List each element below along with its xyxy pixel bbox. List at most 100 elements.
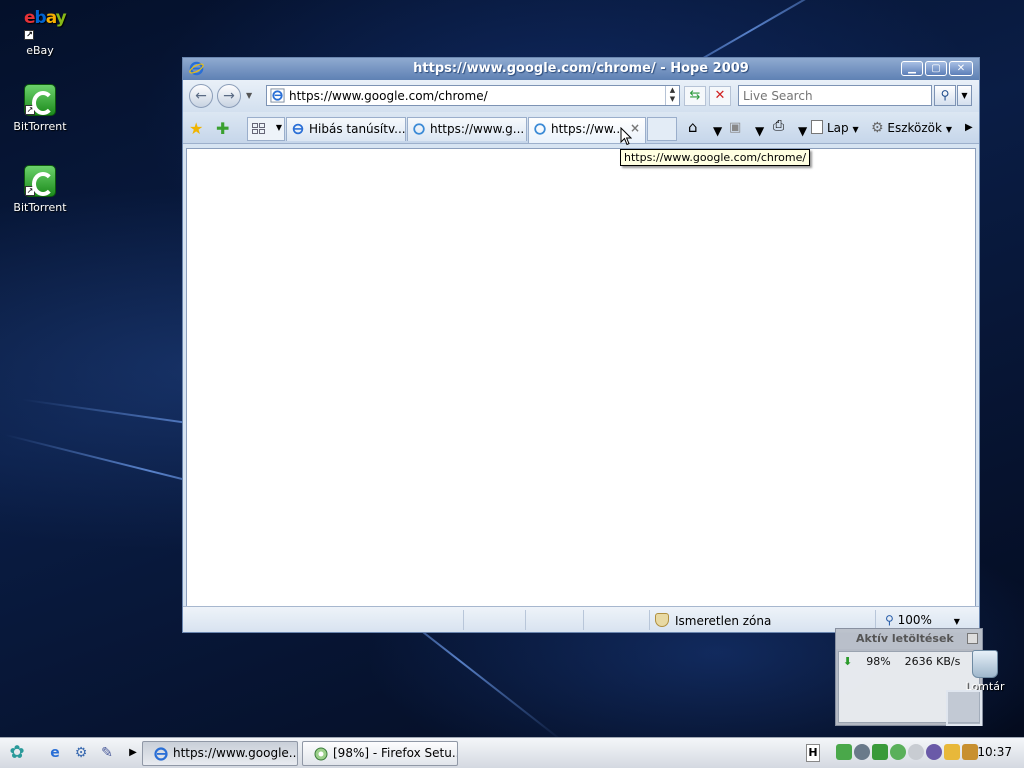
title-bar[interactable]: https://www.google.com/chrome/ - Hope 20…	[183, 58, 979, 80]
task-label: [98%] - Firefox Setu...	[333, 746, 458, 760]
taskbar-task-firefox-setup[interactable]: [98%] - Firefox Setu...	[302, 741, 458, 766]
desktop-icon-trash[interactable]: Lomtár	[946, 650, 1024, 693]
search-button[interactable]: ⚲	[934, 85, 956, 106]
shortcut-arrow-icon: ↗	[24, 30, 34, 40]
security-zone[interactable]: Ismeretlen zóna	[655, 613, 771, 628]
zone-shield-icon	[655, 613, 669, 627]
downloads-close-button[interactable]	[967, 633, 978, 644]
page-menu[interactable]: Lap ▼	[811, 120, 859, 135]
zoom-icon: ⚲	[885, 613, 894, 627]
tray-shield-icon[interactable]	[854, 744, 870, 760]
tools-launch-icon[interactable]: ✎	[98, 744, 116, 762]
desktop-icon-label: eBay	[26, 44, 54, 57]
taskbar-clock[interactable]: 10:37	[977, 745, 1012, 759]
tools-menu[interactable]: ⚙ Eszközök ▼	[871, 120, 952, 136]
mouse-cursor-icon	[620, 127, 632, 146]
refresh-button[interactable]: ⇆	[684, 86, 706, 106]
home-dropdown-icon[interactable]: ▼	[713, 124, 722, 138]
tray-network-icon[interactable]	[836, 744, 852, 760]
download-row[interactable]: ⬇ 98% 2636 KB/s	[843, 655, 960, 668]
quick-tabs-icon	[252, 123, 266, 135]
tools-menu-label: Eszközök	[887, 121, 942, 135]
loading-icon	[534, 123, 546, 135]
quick-tabs-button[interactable]: ▼	[247, 117, 285, 141]
shortcut-arrow-icon: ↗	[25, 186, 35, 196]
trash-icon	[972, 650, 998, 678]
start-menu-icon[interactable]: ✿	[8, 744, 26, 762]
gear-icon: ⚙	[871, 120, 884, 136]
tab-label: https://ww...	[551, 122, 624, 136]
download-arrow-icon: ⬇	[843, 655, 853, 668]
stop-button[interactable]: ✕	[709, 86, 731, 106]
language-indicator[interactable]: H	[806, 744, 820, 762]
downloads-header: Aktív letöltések	[836, 629, 982, 649]
tab-certificate-error[interactable]: Hibás tanúsítv...	[286, 117, 406, 141]
bittorrent-icon: ↗	[24, 165, 56, 197]
home-icon[interactable]: ⌂	[688, 118, 698, 136]
tray-disconnected-icon[interactable]	[908, 744, 924, 760]
close-button[interactable]: ✕	[949, 61, 973, 76]
ebay-icon: ebay ↗	[24, 8, 67, 40]
task-label: https://www.google...	[173, 746, 298, 760]
ie-page-icon	[292, 123, 304, 135]
download-percent: 98%	[866, 655, 891, 668]
desktop-icon-bittorrent[interactable]: ↗ BitTorrent	[0, 84, 80, 133]
tray-messenger-icon[interactable]	[890, 744, 906, 760]
tray-warning-icon[interactable]	[944, 744, 960, 760]
tray-tools-icon[interactable]	[962, 744, 978, 760]
new-tab-button[interactable]	[647, 117, 677, 141]
tab-google-1[interactable]: https://www.g...	[407, 117, 527, 141]
more-commands-icon[interactable]: ▶	[965, 122, 973, 133]
print-dropdown-icon[interactable]: ▼	[798, 124, 807, 138]
ie-page-icon	[270, 88, 285, 103]
page-content[interactable]	[186, 148, 976, 607]
taskbar-task-browser[interactable]: https://www.google...	[142, 741, 298, 766]
tab-list-dropdown-icon[interactable]: ▼	[276, 123, 282, 132]
print-icon[interactable]: ⎙	[773, 118, 784, 134]
address-bar[interactable]: https://www.google.com/chrome/ ▲ ▼	[266, 85, 680, 106]
search-options-dropdown[interactable]: ▼	[957, 85, 972, 106]
desktop-icon-bittorrent-2[interactable]: ↗ BitTorrent	[0, 165, 80, 214]
tray-power-icon[interactable]	[926, 744, 942, 760]
window-title: https://www.google.com/chrome/ - Hope 20…	[413, 61, 749, 76]
navigation-bar: ← → ▼ https://www.google.com/chrome/ ▲ ▼ …	[183, 80, 979, 112]
tab-label: https://www.g...	[430, 122, 525, 136]
zoom-control[interactable]: ⚲ 100% ▼	[885, 613, 960, 627]
ie-icon	[154, 747, 168, 761]
maximize-button[interactable]: ▢	[925, 61, 947, 76]
zoom-dropdown-icon[interactable]: ▼	[954, 617, 960, 626]
page-icon	[811, 120, 823, 134]
trash-drop-zone[interactable]	[946, 690, 982, 726]
ie-launch-icon[interactable]: e	[46, 744, 64, 762]
browser-window: https://www.google.com/chrome/ - Hope 20…	[182, 57, 980, 633]
feeds-dropdown-icon[interactable]: ▼	[755, 124, 764, 138]
desktop-icon-label: BitTorrent	[13, 201, 67, 214]
page-menu-label: Lap	[827, 121, 849, 135]
bittorrent-icon: ↗	[24, 84, 56, 116]
zone-label: Ismeretlen zóna	[675, 614, 772, 628]
address-dropdown-button[interactable]: ▲ ▼	[665, 86, 679, 105]
quick-launch-more-icon[interactable]: ▶	[124, 744, 142, 762]
address-input[interactable]: https://www.google.com/chrome/	[289, 89, 488, 103]
search-box[interactable]	[738, 85, 932, 106]
taskbar: ✿ e ⚙ ✎ ▶ https://www.google... [98%] - …	[0, 737, 1024, 768]
favorites-star-icon[interactable]: ★	[189, 119, 203, 138]
back-button[interactable]: ←	[189, 84, 213, 108]
tray-bittorrent-icon[interactable]	[872, 744, 888, 760]
tab-label: Hibás tanúsítv...	[309, 122, 406, 136]
loading-icon	[413, 123, 425, 135]
forward-button[interactable]: →	[217, 84, 241, 108]
chevron-down-icon: ▼	[945, 125, 952, 134]
add-favorite-icon[interactable]: ✚	[216, 119, 229, 138]
settings-launch-icon[interactable]: ⚙	[72, 744, 90, 762]
feeds-icon[interactable]: ▣	[729, 120, 741, 135]
firefox-setup-icon	[314, 747, 328, 761]
url-tooltip: https://www.google.com/chrome/	[620, 149, 811, 166]
history-dropdown-icon[interactable]: ▼	[246, 91, 252, 100]
zoom-level: 100%	[897, 613, 932, 627]
desktop-icon-ebay[interactable]: ebay ↗ eBay	[0, 8, 80, 57]
tab-bar: ★ ✚ ▼ Hibás tanúsítv... https://www.g...	[183, 112, 979, 144]
search-input[interactable]	[739, 86, 931, 105]
shortcut-arrow-icon: ↗	[25, 105, 35, 115]
minimize-button[interactable]: ▁	[901, 61, 923, 76]
